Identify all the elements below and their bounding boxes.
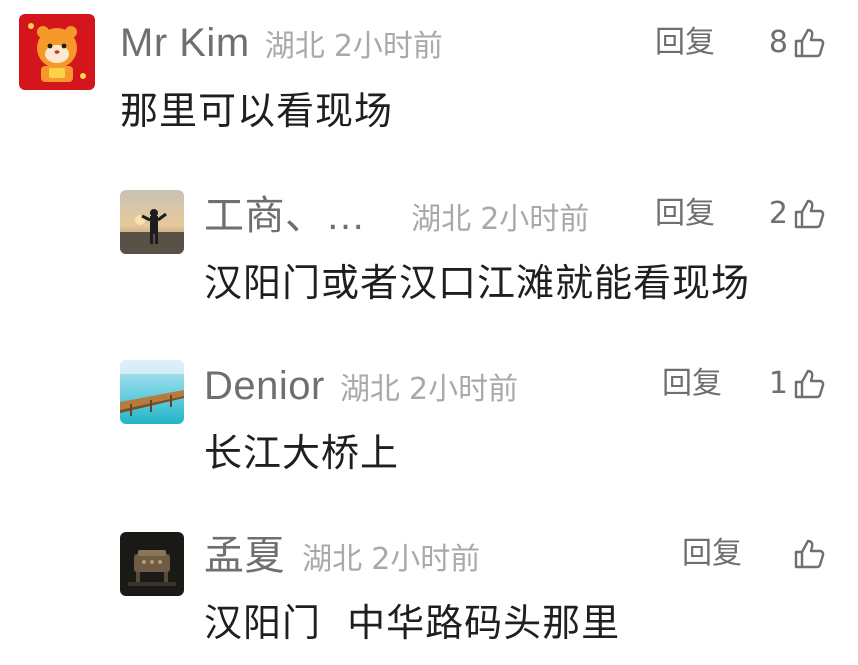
comment-time: 2小时前 [409,372,519,407]
comment-text: 那里可以看现场 [120,89,394,133]
like-button[interactable]: 1 [769,367,826,401]
avatar[interactable] [120,190,184,254]
comment-text: 汉阳门或者汉口江滩就能看现场 [204,261,751,305]
reply-button[interactable]: 回复 [655,28,715,58]
comment-location: 湖北 [264,29,325,64]
like-button[interactable] [788,537,826,571]
thumbs-up-icon [794,539,825,569]
comment-time: 2小时前 [333,29,443,64]
thumbs-up-icon [794,199,825,229]
comment-location: 湖北 [302,542,363,577]
sea-pier-avatar-icon [120,360,184,424]
comment-author[interactable]: Denior [204,364,325,408]
comment-text: 汉阳门 中华路码头那里 [204,601,621,645]
like-count: 1 [768,366,788,401]
avatar[interactable] [19,14,95,90]
comment-author[interactable]: 工商、… [204,194,366,238]
like-button[interactable]: 2 [769,197,826,231]
sunset-photo-avatar-icon [120,190,184,254]
thumbs-up-icon [794,369,825,399]
reply-button[interactable]: 回复 [662,369,722,399]
reply-button[interactable]: 回复 [655,199,715,229]
tiger-avatar-icon [19,14,95,90]
comment-author[interactable]: 孟夏 [204,534,285,578]
thumbs-up-icon [794,28,825,58]
antique-object-avatar-icon [120,532,184,596]
like-count: 8 [768,25,788,60]
avatar[interactable] [120,532,184,596]
comment-time: 2小时前 [371,542,481,577]
reply-button[interactable]: 回复 [682,539,742,569]
comment-author[interactable]: Mr Kim [120,21,250,65]
avatar[interactable] [120,360,184,424]
comment-location: 湖北 [339,372,400,407]
comment-text: 长江大桥上 [204,431,400,475]
comment-location: 湖北 [411,202,472,237]
comment-time: 2小时前 [480,202,590,237]
like-button[interactable]: 8 [769,26,826,60]
like-count: 2 [768,196,788,231]
